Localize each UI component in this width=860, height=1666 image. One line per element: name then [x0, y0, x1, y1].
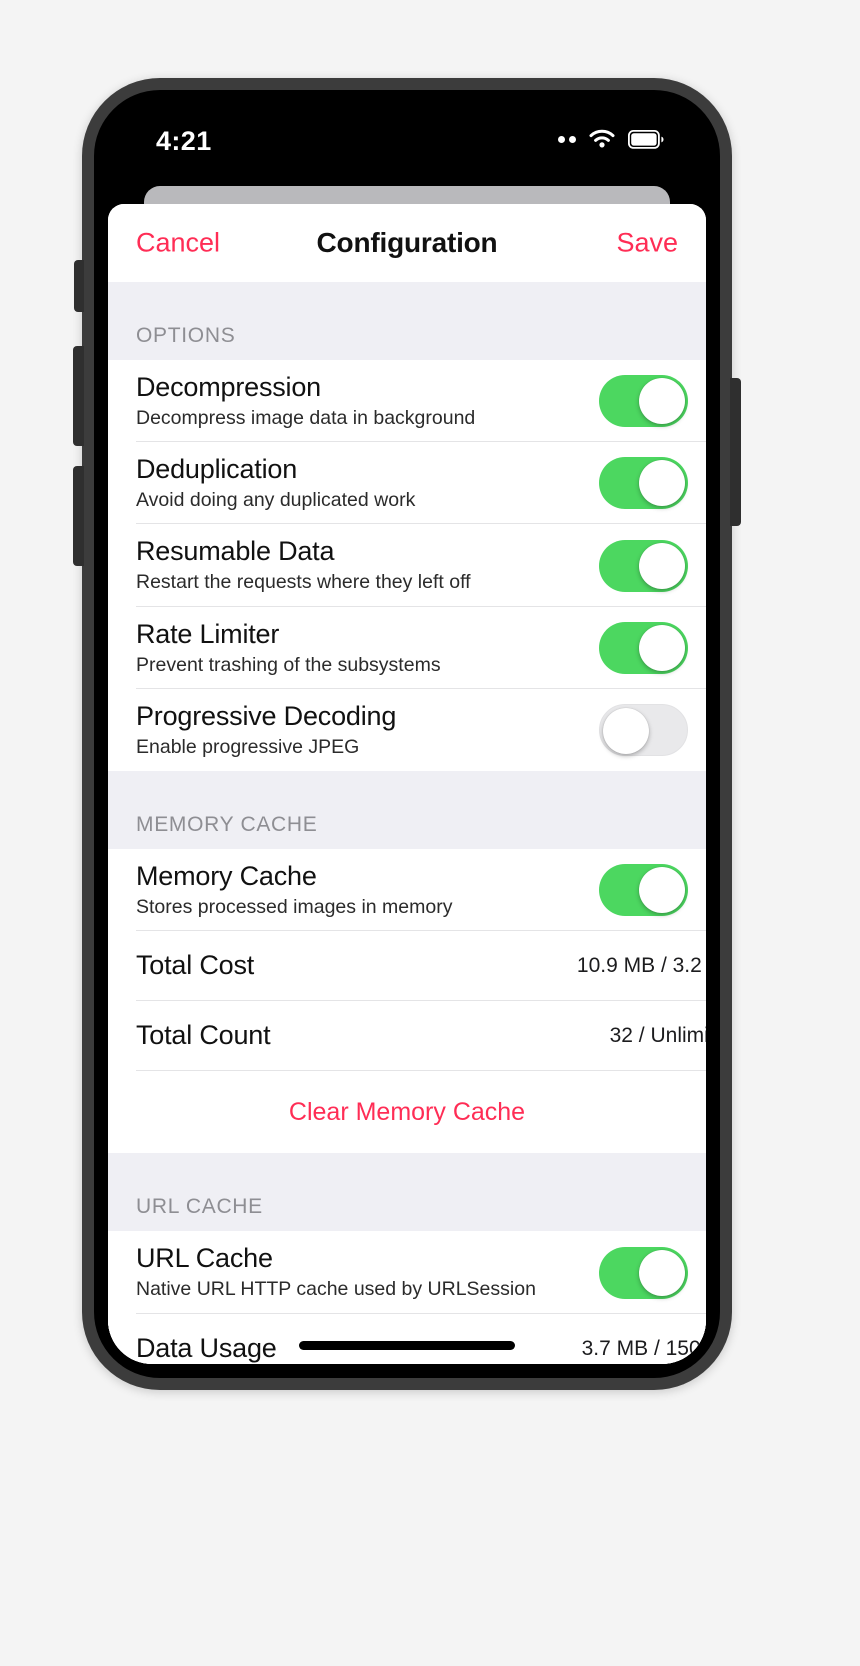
section-header-label: MEMORY CACHE	[136, 813, 318, 837]
row-texts: Rate Limiter Prevent trashing of the sub…	[136, 607, 599, 689]
row-subtitle: Avoid doing any duplicated work	[136, 489, 416, 512]
save-button[interactable]: Save	[616, 228, 678, 259]
row-title: Decompression	[136, 372, 321, 402]
battery-full-icon	[628, 129, 664, 149]
row-subtitle: Decompress image data in background	[136, 406, 476, 429]
row-value-total-cost: 10.9 MB / 3.2 GB	[576, 954, 706, 978]
row-title: Total Cost	[136, 950, 255, 981]
section-group-options: Decompression Decompress image data in b…	[108, 360, 706, 772]
section-header-label: URL CACHE	[136, 1195, 263, 1219]
row-subtitle: Restart the requests where they left off	[136, 571, 471, 594]
row-texts: Deduplication Avoid doing any duplicated…	[136, 442, 599, 524]
status-bar-clock: 4:21	[156, 126, 212, 156]
row-url-cache[interactable]: URL Cache Native URL HTTP cache used by …	[108, 1231, 706, 1314]
configuration-modal-sheet: Cancel Configuration Save OPTIONS Decomp…	[108, 204, 706, 1364]
row-title: URL Cache	[136, 1243, 273, 1274]
page-title: Configuration	[316, 227, 498, 258]
wifi-icon	[589, 129, 615, 148]
toggle-progressive-decoding[interactable]	[599, 704, 688, 757]
toggle-knob	[639, 867, 685, 914]
row-subtitle: Enable progressive JPEG	[136, 735, 360, 758]
row-title: Rate Limiter	[136, 618, 280, 649]
row-value-data-usage: 3.7 MB / 150 MB	[581, 1336, 706, 1360]
row-progressive-decoding[interactable]: Progressive Decoding Enable progressive …	[108, 688, 706, 772]
row-subtitle: Stores processed images in memory	[136, 896, 453, 919]
row-value-total-count: 32 / Unlimited	[609, 1024, 706, 1048]
cancel-button[interactable]: Cancel	[136, 228, 220, 259]
toggle-deduplication[interactable]	[599, 457, 688, 510]
row-subtitle: Prevent trashing of the subsystems	[136, 653, 441, 676]
row-texts: Resumable Data Restart the requests wher…	[136, 524, 599, 606]
row-title: Total Count	[136, 1020, 271, 1051]
clear-memory-cache-label: Clear Memory Cache	[288, 1097, 526, 1126]
row-texts: URL Cache Native URL HTTP cache used by …	[136, 1231, 599, 1313]
row-title: Resumable Data	[136, 536, 335, 567]
toggle-url-cache[interactable]	[599, 1246, 688, 1299]
settings-table: OPTIONS Decompression Decompress image d…	[108, 282, 706, 1364]
section-group-memory-cache: Memory Cache Stores processed images in …	[108, 849, 706, 1154]
section-header-url-cache: URL CACHE	[108, 1153, 706, 1232]
toggle-knob	[639, 624, 685, 671]
screenshot-canvas: 4:21 Cancel Configuration Save OPTIONS D…	[0, 0, 860, 1666]
toggle-knob	[639, 1249, 685, 1296]
toggle-decompression[interactable]	[599, 375, 688, 428]
toggle-knob	[603, 708, 649, 755]
section-header-label: OPTIONS	[136, 324, 236, 347]
row-rate-limiter[interactable]: Rate Limiter Prevent trashing of the sub…	[108, 606, 706, 690]
row-texts: Memory Cache Stores processed images in …	[136, 849, 599, 931]
row-subtitle: Native URL HTTP cache used by URLSession	[136, 1278, 536, 1301]
row-texts: Progressive Decoding Enable progressive …	[136, 689, 599, 771]
row-title: Memory Cache	[136, 861, 317, 892]
section-header-options: OPTIONS	[108, 282, 706, 360]
row-memory-cache[interactable]: Memory Cache Stores processed images in …	[108, 849, 706, 932]
row-decompression[interactable]: Decompression Decompress image data in b…	[108, 360, 706, 443]
row-texts: Decompression Decompress image data in b…	[136, 360, 599, 442]
home-indicator[interactable]	[299, 1341, 515, 1350]
phone-screen: 4:21 Cancel Configuration Save OPTIONS D…	[108, 104, 706, 1364]
row-title: Progressive Decoding	[136, 700, 397, 731]
row-texts: Total Cost	[136, 938, 577, 994]
row-deduplication[interactable]: Deduplication Avoid doing any duplicated…	[108, 442, 706, 525]
silent-switch-button[interactable]	[74, 260, 84, 312]
phone-device-frame: 4:21 Cancel Configuration Save OPTIONS D…	[73, 78, 741, 1390]
section-header-memory-cache: MEMORY CACHE	[108, 771, 706, 850]
toggle-knob	[639, 542, 685, 589]
toggle-knob	[639, 378, 685, 425]
power-button[interactable]	[730, 378, 741, 526]
display-notch	[257, 104, 557, 166]
row-texts: Total Count	[136, 1008, 610, 1064]
row-data-usage: Data Usage 3.7 MB / 150 MB	[108, 1313, 706, 1364]
toggle-resumable-data[interactable]	[599, 539, 688, 592]
row-resumable-data[interactable]: Resumable Data Restart the requests wher…	[108, 524, 706, 607]
navigation-bar: Cancel Configuration Save	[108, 204, 706, 282]
row-title: Deduplication	[136, 454, 298, 485]
clear-memory-cache-button[interactable]: Clear Memory Cache	[108, 1071, 706, 1154]
toggle-memory-cache[interactable]	[599, 864, 688, 917]
volume-down-button[interactable]	[73, 466, 84, 566]
toggle-knob	[639, 460, 685, 507]
row-total-cost: Total Cost 10.9 MB / 3.2 GB	[108, 931, 706, 1002]
toggle-rate-limiter[interactable]	[599, 621, 688, 674]
row-total-count: Total Count 32 / Unlimited	[108, 1001, 706, 1072]
volume-up-button[interactable]	[73, 346, 84, 446]
